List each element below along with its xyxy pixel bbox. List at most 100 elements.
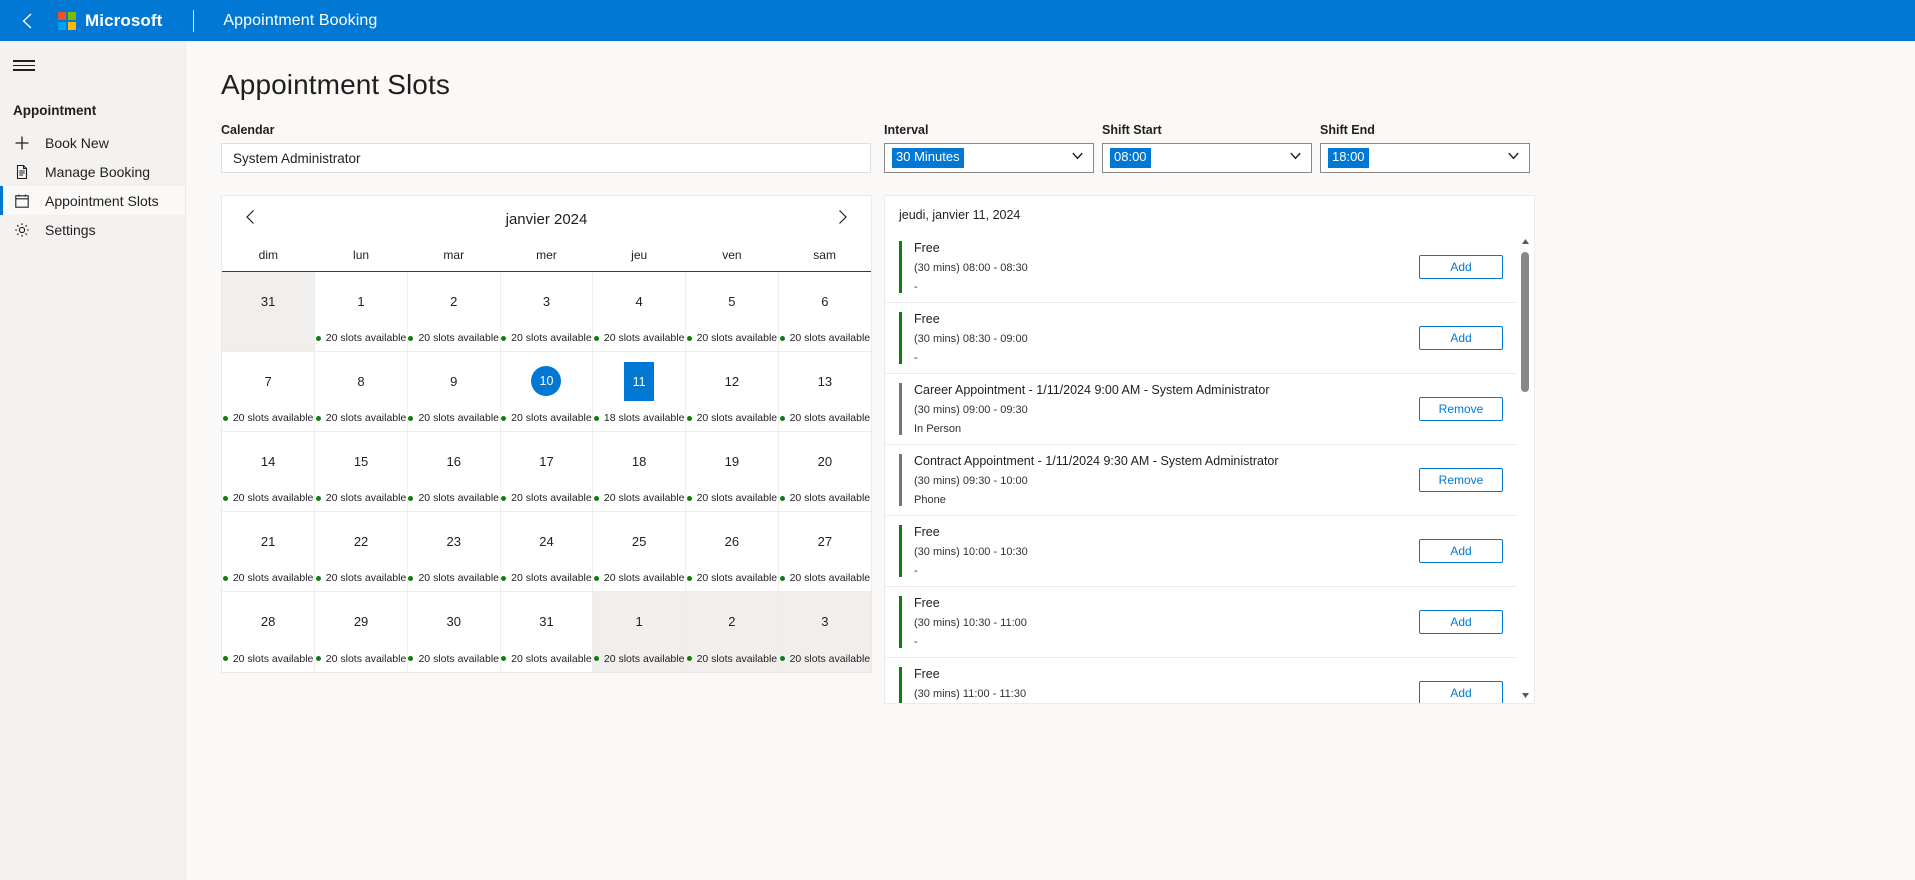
calendar-day-slots-label: 20 slots available	[789, 572, 871, 584]
interval-select[interactable]: 30 Minutes	[884, 143, 1094, 173]
calendar-day-slots: 20 slots available	[501, 412, 593, 424]
scrollbar-thumb[interactable]	[1521, 252, 1529, 392]
availability-dot-icon	[408, 495, 414, 501]
top-app-bar: Microsoft Appointment Booking	[0, 0, 1915, 41]
calendar-day-number: 3	[821, 613, 829, 629]
calendar-day-cell[interactable]: 25 20 slots available	[592, 511, 687, 592]
calendar-day-cell[interactable]: 2 20 slots available	[685, 591, 779, 672]
slot-details: Free (30 mins) 10:30 - 11:00 -	[914, 596, 1419, 648]
calendar-day-cell[interactable]: 22 20 slots available	[314, 511, 408, 592]
calendar-input[interactable]: System Administrator	[221, 143, 871, 173]
calendar-day-cell[interactable]: 24 20 slots available	[500, 511, 594, 592]
calendar-day-cell[interactable]: 8 20 slots available	[314, 351, 408, 432]
calendar-weekday-jeu: jeu	[592, 242, 686, 272]
slot-title: Free	[914, 312, 940, 326]
calendar-day-cell[interactable]: 16 20 slots available	[407, 431, 501, 512]
calendar-day-cell[interactable]: 21 20 slots available	[222, 511, 316, 592]
sidebar-item-appointment-slots[interactable]: Appointment Slots	[0, 186, 185, 215]
slot-modality: -	[914, 636, 918, 648]
calendar-next-month-button[interactable]	[829, 206, 855, 232]
slot-title: Contract Appointment - 1/11/2024 9:30 AM…	[914, 454, 1279, 468]
calendar-day-cell[interactable]: 30 20 slots available	[407, 591, 501, 672]
scroll-down-arrow-icon[interactable]	[1521, 688, 1530, 702]
app-shell: Appointment Book New Manage Booking Appo…	[0, 41, 1915, 880]
slot-action-cell: Remove	[1419, 383, 1517, 435]
calendar-day-number: 7	[264, 373, 272, 389]
add-slot-button[interactable]: Add	[1419, 610, 1503, 634]
back-button[interactable]	[0, 0, 56, 41]
slot-list-scroll-area[interactable]: Free (30 mins) 08:00 - 08:30 - Add Free (30 m…	[885, 232, 1534, 703]
microsoft-logo[interactable]: Microsoft	[56, 11, 162, 31]
calendar-day-cell[interactable]: 29 20 slots available	[314, 591, 408, 672]
slot-modality: -	[914, 352, 918, 364]
calendar-icon	[13, 192, 30, 209]
calendar-day-cell[interactable]: 9 20 slots available	[407, 351, 501, 432]
calendar-day-number: 21	[260, 533, 276, 549]
calendar-day-cell[interactable]: 3 20 slots available	[778, 591, 871, 672]
calendar-day-number: 18	[631, 453, 647, 469]
calendar-day-cell[interactable]: 23 20 slots available	[407, 511, 501, 592]
calendar-day-slots: 20 slots available	[501, 653, 593, 665]
calendar-day-slots-label: 20 slots available	[511, 652, 592, 665]
calendar-day-cell[interactable]: 15 20 slots available	[314, 431, 408, 512]
shift-start-select[interactable]: 08:00	[1102, 143, 1312, 173]
scroll-up-arrow-icon[interactable]	[1521, 234, 1530, 248]
add-slot-button[interactable]: Add	[1419, 539, 1503, 563]
add-slot-button[interactable]: Add	[1419, 681, 1503, 703]
calendar-day-cell[interactable]: 2 20 slots available	[407, 271, 501, 352]
calendar-day-slots-label: 20 slots available	[696, 492, 778, 504]
slot-row: Career Appointment - 1/11/2024 9:00 AM -…	[885, 373, 1517, 444]
slot-status-bar	[899, 596, 902, 648]
remove-slot-button[interactable]: Remove	[1419, 468, 1503, 492]
calendar-day-number: 26	[724, 533, 740, 549]
chevron-down-icon	[1506, 148, 1521, 168]
shift-end-select[interactable]: 18:00	[1320, 143, 1530, 173]
calendar-day-cell[interactable]: 4 20 slots available	[592, 271, 687, 352]
calendar-field-label: Calendar	[221, 123, 275, 137]
calendar-day-cell[interactable]: 6 20 slots available	[778, 271, 871, 352]
calendar-day-cell[interactable]: 14 20 slots available	[222, 431, 316, 512]
sidebar-item-manage-booking[interactable]: Manage Booking	[0, 157, 185, 186]
calendar-day-cell[interactable]: 18 20 slots available	[592, 431, 687, 512]
add-slot-button[interactable]: Add	[1419, 326, 1503, 350]
calendar-day-slots-label: 20 slots available	[232, 572, 314, 584]
calendar-day-cell[interactable]: 13 20 slots available	[778, 351, 871, 432]
slot-rows-container: Free (30 mins) 08:00 - 08:30 - Add Free (30 m…	[885, 232, 1534, 703]
calendar-day-cell[interactable]: 1 20 slots available	[592, 591, 687, 672]
calendar-day-cell[interactable]: 17 20 slots available	[500, 431, 594, 512]
calendar-day-cell[interactable]: 27 20 slots available	[778, 511, 871, 592]
calendar-day-cell[interactable]: 12 20 slots available	[685, 351, 779, 432]
calendar-day-cell[interactable]: 10 20 slots available	[500, 351, 594, 432]
calendar-day-cell[interactable]: 31 20 slots available	[500, 591, 594, 672]
app-title: Appointment Booking	[223, 11, 378, 29]
calendar-day-slots: 20 slots available	[779, 492, 871, 504]
hamburger-menu-button[interactable]	[0, 41, 48, 89]
calendar-day-cell[interactable]: 7 20 slots available	[222, 351, 316, 432]
interval-field-group: Interval 30 Minutes	[884, 123, 1094, 173]
add-slot-button[interactable]: Add	[1419, 255, 1503, 279]
calendar-day-cell[interactable]: 28 20 slots available	[222, 591, 316, 672]
shift-end-selected-value: 18:00	[1328, 148, 1369, 168]
availability-dot-icon	[686, 335, 692, 341]
slot-list-scrollbar[interactable]	[1517, 234, 1533, 702]
calendar-day-cell[interactable]: 1 20 slots available	[314, 271, 408, 352]
calendar-day-slots-label: 20 slots available	[325, 412, 407, 424]
sidebar-item-label: Settings	[45, 221, 96, 238]
calendar-prev-month-button[interactable]	[238, 206, 264, 232]
scrollbar-track[interactable]	[1517, 248, 1533, 688]
calendar-day-slots-label: 18 slots available	[603, 412, 685, 424]
calendar-day-cell[interactable]: 20 20 slots available	[778, 431, 871, 512]
calendar-day-cell[interactable]: 3 20 slots available	[500, 271, 594, 352]
sidebar-item-book-new[interactable]: Book New	[0, 128, 185, 157]
availability-dot-icon	[315, 495, 321, 501]
calendar-day-cell[interactable]: 5 20 slots available	[685, 271, 779, 352]
remove-slot-button[interactable]: Remove	[1419, 397, 1503, 421]
calendar-day-cell[interactable]: 11 18 slots available	[592, 351, 687, 432]
calendar-day-cell[interactable]: 19 20 slots available	[685, 431, 779, 512]
calendar-day-cell[interactable]: 31	[222, 271, 316, 352]
sidebar-item-settings[interactable]: Settings	[0, 215, 185, 244]
calendar-day-number: 3	[542, 293, 551, 309]
calendar-week-row: 31 1 20 slots available 2 20 slots available…	[222, 271, 871, 352]
calendar-day-cell[interactable]: 26 20 slots available	[685, 511, 779, 592]
panels-row: janvier 2024 dim lun mar mer jeu ven sam 31 1 20…	[186, 173, 1915, 704]
